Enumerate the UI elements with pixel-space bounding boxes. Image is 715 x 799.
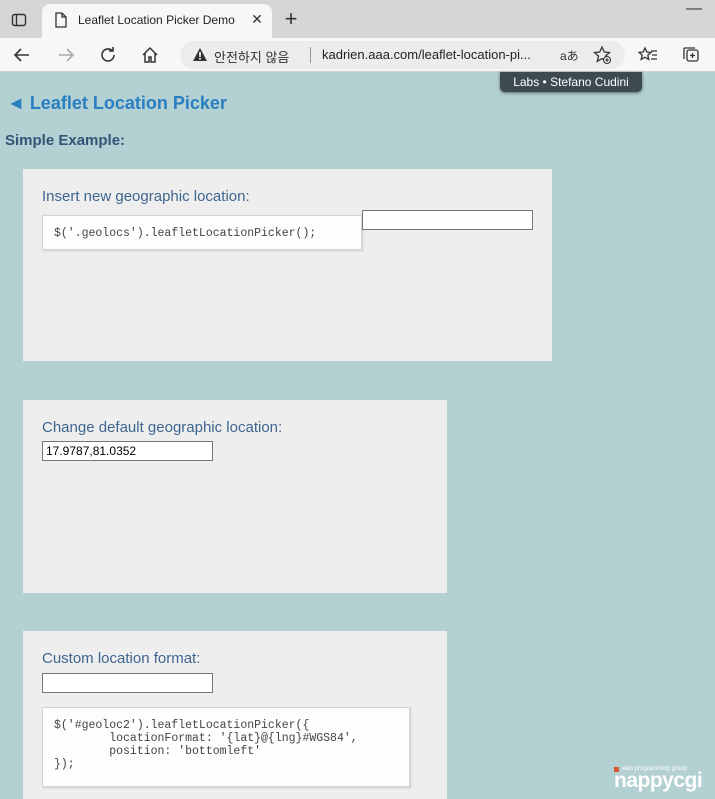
address-divider bbox=[310, 47, 311, 63]
warning-icon[interactable] bbox=[192, 47, 208, 67]
home-icon[interactable] bbox=[138, 43, 162, 67]
new-tab-button[interactable]: + bbox=[280, 8, 302, 30]
logo-name: nappycgi bbox=[614, 769, 703, 792]
section-heading: Simple Example: bbox=[5, 132, 126, 149]
tab-title: Leaflet Location Picker Demo bbox=[78, 13, 235, 27]
example-1-box: Insert new geographic location: $('.geol… bbox=[23, 169, 552, 361]
location-input-1[interactable] bbox=[362, 210, 533, 230]
example-1-code: $('.geolocs').leafletLocationPicker(); bbox=[42, 215, 362, 250]
location-input-3[interactable] bbox=[42, 673, 213, 693]
example-3-label: Custom location format: bbox=[42, 650, 201, 667]
forward-icon[interactable] bbox=[54, 43, 78, 67]
location-input-2[interactable] bbox=[42, 441, 213, 461]
back-icon[interactable] bbox=[10, 43, 34, 67]
url-text[interactable]: kadrien.aaa.com/leaflet-location-pi... bbox=[322, 47, 531, 62]
address-bar[interactable]: 안전하지 않음 kadrien.aaa.com/leaflet-location… bbox=[180, 41, 625, 69]
collections-icon[interactable] bbox=[679, 43, 703, 67]
page-icon bbox=[54, 12, 68, 33]
add-favorite-icon[interactable] bbox=[592, 45, 612, 70]
example-2-label: Change default geographic location: bbox=[42, 419, 283, 436]
tab-actions-icon[interactable] bbox=[8, 9, 30, 31]
labs-badge-link[interactable]: Labs • Stefano Cudini bbox=[500, 72, 642, 92]
browser-toolbar: 안전하지 않음 kadrien.aaa.com/leaflet-location… bbox=[0, 38, 715, 72]
page-title-link[interactable]: ◄ Leaflet Location Picker bbox=[7, 93, 227, 114]
example-1-label: Insert new geographic location: bbox=[42, 188, 250, 205]
browser-tab[interactable]: Leaflet Location Picker Demo ✕ bbox=[42, 4, 272, 38]
example-3-box: Custom location format: $('#geoloc2').le… bbox=[23, 631, 447, 799]
read-aloud-icon[interactable]: aあ bbox=[560, 47, 579, 64]
example-3-code: $('#geoloc2').leafletLocationPicker({ lo… bbox=[42, 707, 410, 787]
favorites-icon[interactable] bbox=[636, 43, 660, 67]
tab-strip: Leaflet Location Picker Demo ✕ + — bbox=[0, 0, 715, 38]
not-secure-label[interactable]: 안전하지 않음 bbox=[214, 47, 289, 66]
close-tab-icon[interactable]: ✕ bbox=[248, 10, 266, 28]
refresh-icon[interactable] bbox=[96, 43, 120, 67]
example-2-box: Change default geographic location: bbox=[23, 400, 447, 593]
minimize-button[interactable]: — bbox=[686, 0, 702, 18]
